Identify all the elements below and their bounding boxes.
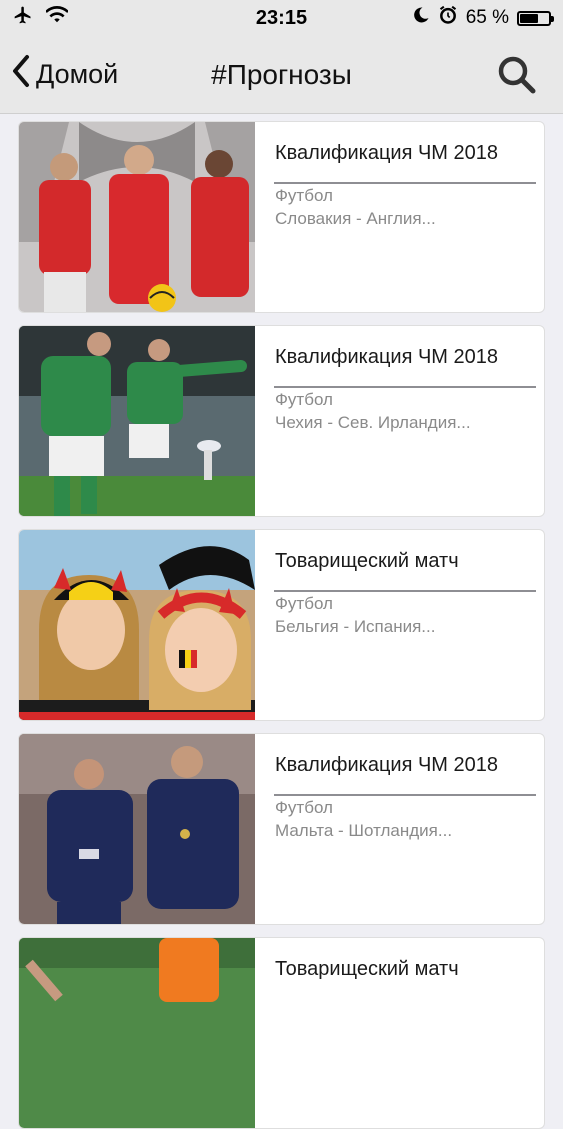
card-sport: Футбол <box>275 798 333 817</box>
belgium-fans-photo <box>19 530 255 720</box>
forecast-card[interactable]: Товарищеский матч <box>18 937 545 1129</box>
battery-level <box>520 13 539 23</box>
airplane-icon <box>12 5 34 31</box>
card-divider <box>274 386 536 388</box>
card-title: Товарищеский матч <box>275 958 459 980</box>
alarm-icon <box>438 5 458 31</box>
forecast-card[interactable]: Квалификация ЧМ 2018 Футбол Словакия - А… <box>18 121 545 313</box>
scotland-players-photo <box>19 734 255 924</box>
status-bar: 23:15 65 % <box>0 0 563 36</box>
card-title: Квалификация ЧМ 2018 <box>275 346 499 368</box>
navigation-bar: Домой #Прогнозы <box>0 36 563 114</box>
card-title: Квалификация ЧМ 2018 <box>275 754 499 776</box>
card-match: Бельгия - Испания... <box>275 617 436 636</box>
card-divider <box>274 794 536 796</box>
page-title: #Прогнозы <box>211 58 352 90</box>
card-match: Мальта - Шотландия... <box>275 821 453 840</box>
wifi-icon <box>45 6 69 30</box>
status-left <box>12 5 69 31</box>
forecast-card[interactable]: Квалификация ЧМ 2018 Футбол Мальта - Шот… <box>18 733 545 925</box>
card-sport: Футбол <box>275 186 333 205</box>
search-button[interactable] <box>497 55 537 95</box>
status-right: 65 % <box>412 5 554 31</box>
card-title: Товарищеский матч <box>275 550 459 572</box>
netherlands-player-photo <box>19 938 255 1128</box>
forecast-card[interactable]: Квалификация ЧМ 2018 Футбол Чехия - Сев.… <box>18 325 545 517</box>
england-players-photo <box>19 122 255 312</box>
battery-icon <box>517 10 554 26</box>
search-icon <box>497 56 537 99</box>
card-divider <box>274 590 536 592</box>
card-title: Квалификация ЧМ 2018 <box>275 142 499 164</box>
card-sport: Футбол <box>275 594 333 613</box>
card-divider <box>274 182 536 184</box>
card-sport: Футбол <box>275 390 333 409</box>
battery-percent: 65 % <box>465 7 509 28</box>
forecast-card[interactable]: Товарищеский матч Футбол Бельгия - Испан… <box>18 529 545 721</box>
card-match: Словакия - Англия... <box>275 209 436 228</box>
northern-ireland-players-photo <box>19 326 255 516</box>
moon-icon <box>412 6 430 30</box>
card-match: Чехия - Сев. Ирландия... <box>275 413 471 432</box>
